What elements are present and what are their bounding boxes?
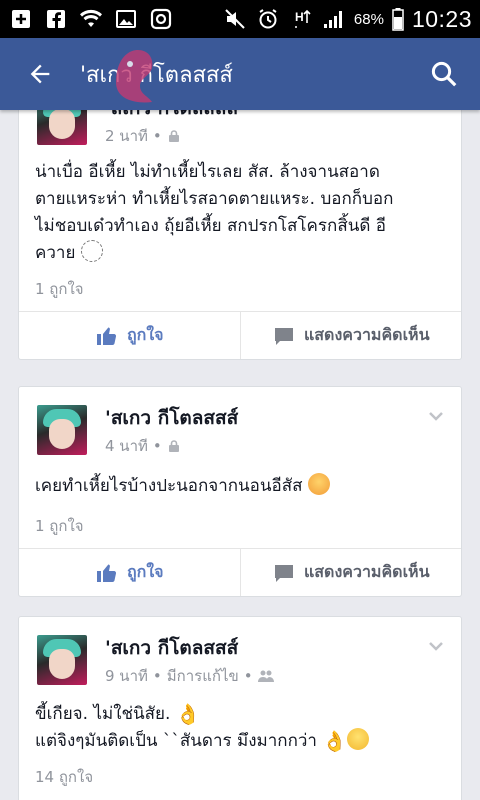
profile-decoration-icon [116, 50, 153, 103]
image-icon [113, 7, 139, 31]
post-author[interactable]: 'สเกว กีโตลสสส์ [105, 633, 238, 663]
post-text-line: ควาย [35, 243, 76, 263]
signal-icon [321, 7, 347, 31]
like-button[interactable]: ถูกใจ [19, 549, 240, 596]
post-text-line: ตายแหระห่า ทำเหี้ยไรสอาดตายแหระ. บอกก็บอ… [35, 189, 394, 209]
avatar[interactable] [37, 635, 87, 685]
post-header: 'สเกว กีโตลสสส์ 4 นาที • [19, 387, 461, 459]
post-header: 'สเกว กีโตลสสส์ 9 นาที • มีการแก้ไข • [19, 617, 461, 689]
post-text-line: แต่จิงๆมันติดเป็น ``สันดาร มึงมากกว่า [35, 731, 317, 751]
status-bar: H 68% 10:23 [0, 0, 480, 38]
lock-icon [168, 440, 179, 452]
thumbs-up-icon [96, 327, 116, 345]
friends-icon [257, 670, 274, 682]
like-button[interactable]: ถูกใจ [19, 312, 240, 359]
thumbs-up-icon [96, 564, 116, 582]
post-text: เคยทำเหี้ยไรบ้างปะนอกจากนอนอีสัส [19, 459, 461, 500]
post-text-line: ขี้เกียจ. ไม่ใช่นิสัย. [35, 704, 171, 724]
post-text: ขี้เกียจ. ไม่ใช่นิสัย. 👌 แต่จิงๆมันติดเป… [19, 689, 461, 755]
post-time[interactable]: 4 นาที [105, 434, 148, 458]
post-text: น่าเบื่อ อีเหี้ย ไม่ทำเหี้ยไรเลย สัส. ล้… [19, 149, 461, 267]
mute-icon [222, 7, 248, 31]
app-bar: 'สเกว กีโตลสสส์ [0, 38, 480, 110]
arrow-left-icon [30, 64, 50, 84]
post-text-line: เคยทำเหี้ยไรบ้างปะนอกจากนอนอีสัส [35, 476, 303, 496]
post-card: 'สเกว กีโตลสสส์ 2 นาที • น่าเบื่อ อีเหี้… [18, 110, 462, 360]
worried-face-emoji-icon [347, 728, 370, 750]
back-button[interactable] [0, 38, 80, 110]
post-meta: 9 นาที • มีการแก้ไข • [105, 664, 274, 688]
comment-label: แสดงความคิดเห็น [303, 562, 430, 581]
facebook-icon [43, 7, 69, 31]
lock-icon [168, 130, 179, 142]
search-icon [431, 61, 457, 87]
like-count[interactable]: 1 ถูกใจ [19, 267, 461, 311]
ok-hand-icon: 👌 [322, 729, 348, 753]
like-count[interactable]: 1 ถูกใจ [19, 504, 461, 548]
emoji-placeholder-icon [80, 240, 103, 262]
post-actions: ถูกใจ แสดงความคิดเห็น [19, 548, 461, 596]
wifi-icon [78, 7, 104, 31]
data-icon: H [288, 7, 314, 31]
like-label: ถูกใจ [126, 325, 164, 344]
post-text-line: น่าเบื่อ อีเหี้ย ไม่ทำเหี้ยไรเลย สัส. ล้… [35, 162, 380, 182]
post-meta: 2 นาที • [105, 124, 181, 148]
ok-hand-icon: 👌 [175, 702, 201, 726]
post-author[interactable]: 'สเกว กีโตลสสส์ [105, 403, 238, 433]
post-meta: 4 นาที • [105, 434, 181, 458]
comment-button[interactable]: แสดงความคิดเห็น [239, 312, 462, 359]
avatar[interactable] [37, 110, 87, 145]
post-header: 'สเกว กีโตลสสส์ 2 นาที • [19, 110, 461, 149]
alarm-icon [255, 7, 281, 31]
battery-percent: 68% [353, 10, 384, 28]
chevron-down-icon[interactable] [427, 407, 445, 425]
post-actions: ถูกใจ แสดงความคิดเห็น [19, 311, 461, 359]
battery-icon [391, 7, 405, 31]
avatar[interactable] [37, 405, 87, 455]
chevron-down-icon[interactable] [427, 637, 445, 655]
post-card: 'สเกว กีโตลสสส์ 9 นาที • มีการแก้ไข • ขี… [18, 616, 462, 800]
angry-face-emoji-icon [307, 473, 330, 495]
feed[interactable]: 'สเกว กีโตลสสส์ 2 นาที • น่าเบื่อ อีเหี้… [0, 110, 480, 800]
edited-label[interactable]: มีการแก้ไข [167, 664, 239, 688]
svg-text:H: H [295, 10, 304, 24]
add-box-icon [8, 7, 34, 31]
comment-label: แสดงความคิดเห็น [303, 325, 430, 344]
comment-icon [274, 327, 293, 345]
post-text-line: ไม่ชอบเด๋วทำเอง ถุ้ยอีเหี้ย สกปรกโสโครกส… [35, 216, 386, 236]
comment-button[interactable]: แสดงความคิดเห็น [239, 549, 462, 596]
search-button[interactable] [408, 38, 480, 110]
post-time[interactable]: 9 นาที [105, 664, 148, 688]
post-time[interactable]: 2 นาที [105, 124, 148, 148]
like-label: ถูกใจ [126, 562, 164, 581]
post-card: 'สเกว กีโตลสสส์ 4 นาที • เคยทำเหี้ยไรบ้า… [18, 386, 462, 597]
clock: 10:23 [411, 5, 472, 32]
post-author[interactable]: 'สเกว กีโตลสสส์ [105, 110, 238, 123]
comment-icon [274, 564, 293, 582]
instagram-icon [148, 7, 174, 31]
like-count[interactable]: 14 ถูกใจ [19, 755, 461, 799]
